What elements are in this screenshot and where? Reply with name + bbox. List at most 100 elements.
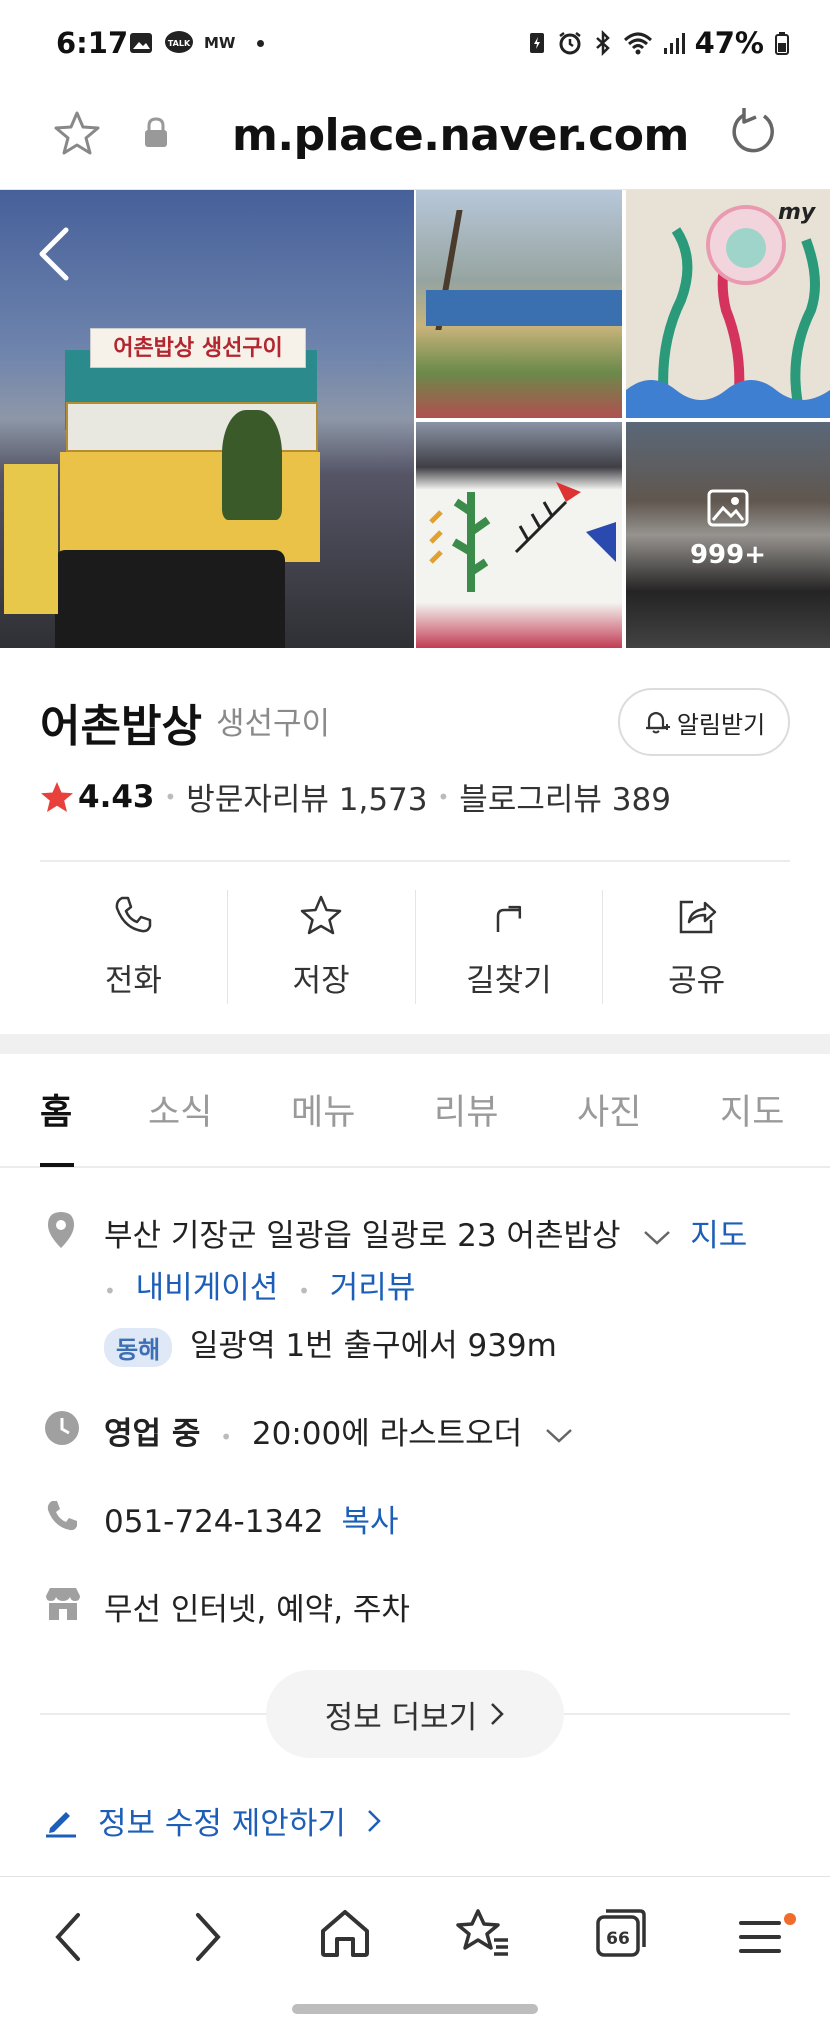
mw-notification-text: MW — [204, 34, 236, 52]
status-time: 6:17 — [56, 26, 129, 60]
status-bar: 6:17 TALK MW 47% — [0, 0, 830, 88]
chevron-down-icon[interactable] — [544, 1426, 574, 1446]
url-text[interactable]: m.place.naver.com — [232, 110, 689, 161]
notify-label: 알림받기 — [676, 710, 766, 739]
separator-dot: • — [104, 1279, 116, 1303]
status-right-icons: 47% — [527, 26, 790, 60]
lock-icon[interactable] — [142, 116, 170, 150]
chevron-down-icon[interactable] — [642, 1228, 672, 1248]
copy-link[interactable]: 복사 — [341, 1504, 398, 1540]
chevron-right-icon — [491, 1703, 505, 1725]
star-icon — [300, 895, 342, 935]
edit-suggest-link[interactable]: 정보 수정 제안하기 — [44, 1798, 382, 1843]
home-indicator — [292, 2004, 538, 2014]
visitor-review-link[interactable]: 방문자리뷰 1,573 — [186, 774, 427, 819]
left-banner — [4, 464, 58, 614]
blog-review-link[interactable]: 블로그리뷰 389 — [459, 774, 671, 819]
call-action[interactable]: 전화 — [40, 890, 228, 1004]
battery-saver-icon — [529, 33, 544, 53]
photo-tile-1[interactable] — [416, 190, 622, 418]
divider — [40, 860, 790, 862]
tab-menu[interactable]: 메뉴 — [291, 1084, 355, 1135]
photo-overlay — [626, 422, 830, 648]
palm-tree — [222, 410, 282, 520]
forward-nav-icon[interactable] — [190, 1909, 226, 1965]
tab-home[interactable]: 홈 — [40, 1084, 72, 1135]
photo-count: 999+ — [689, 540, 767, 570]
directions-icon — [496, 905, 521, 932]
call-label: 전화 — [104, 963, 162, 999]
subway-text: 일광역 1번 출구에서 939m — [190, 1328, 557, 1364]
mural-fish — [429, 482, 616, 592]
save-label: 저장 — [292, 963, 350, 999]
back-arrow-icon[interactable] — [36, 226, 72, 282]
hours-detail: 20:00에 라스트오더 — [251, 1416, 523, 1452]
separator-dot: • — [437, 784, 450, 809]
more-divider-right — [564, 1713, 790, 1715]
svg-text:66: 66 — [606, 1929, 630, 1949]
tab-review[interactable]: 리뷰 — [434, 1084, 498, 1135]
edit-suggest-label: 정보 수정 제안하기 — [98, 1806, 346, 1842]
photo-tile-3[interactable] — [416, 422, 622, 648]
phone-number[interactable]: 051-724-1342 — [104, 1504, 324, 1540]
subway-row: 동해 일광역 1번 출구에서 939m — [104, 1320, 557, 1367]
pot-row — [55, 550, 285, 648]
home-nav-icon[interactable] — [318, 1907, 372, 1959]
share-icon — [679, 900, 716, 934]
clock-icon — [45, 1411, 79, 1445]
store-icon — [46, 1588, 80, 1620]
my-badge: my — [778, 200, 816, 225]
place-category: 생선구이 — [216, 706, 331, 742]
more-divider-left — [40, 1713, 266, 1715]
rating-score: 4.43 — [78, 778, 155, 815]
main-photo[interactable]: 어촌밥상 생선구이 — [0, 190, 414, 648]
reload-icon[interactable] — [724, 106, 778, 160]
bell-plus-icon — [645, 711, 670, 734]
wall-shape — [426, 290, 622, 326]
wifi-icon — [623, 32, 652, 55]
more-info-button[interactable]: 정보 더보기 — [266, 1670, 564, 1758]
alarm-icon — [558, 32, 581, 55]
place-name: 어촌밥상 — [40, 701, 202, 752]
amenities-text: 무선 인터넷, 예약, 주차 — [104, 1592, 410, 1628]
address-text: 부산 기장군 일광읍 일광로 23 어촌밥상 — [104, 1218, 621, 1254]
directions-action[interactable]: 길찾기 — [416, 890, 604, 1004]
menu-notification-dot — [784, 1913, 796, 1925]
bookmark-star-icon[interactable] — [52, 108, 102, 158]
tab-map[interactable]: 지도 — [720, 1084, 784, 1135]
location-pin-icon — [48, 1212, 74, 1248]
rating-row: 4.43 • 방문자리뷰 1,573 • 블로그리뷰 389 — [40, 774, 671, 819]
separator-dot: • — [298, 1279, 310, 1303]
share-action[interactable]: 공유 — [603, 890, 790, 1004]
map-link[interactable]: 지도 — [690, 1218, 747, 1254]
photo-tile-4[interactable]: 999+ — [626, 422, 830, 648]
hours-row[interactable]: 영업 중 • 20:00에 라스트오더 — [104, 1408, 574, 1453]
tab-photo[interactable]: 사진 — [577, 1084, 641, 1135]
notify-button[interactable]: 알림받기 — [618, 688, 790, 756]
menu-nav-icon[interactable] — [738, 1915, 782, 1959]
back-nav-icon[interactable] — [50, 1909, 86, 1965]
tabs-nav-icon[interactable]: 66 — [594, 1905, 650, 1959]
share-label: 공유 — [668, 963, 726, 999]
phone-row: 051-724-1342 복사 — [104, 1496, 399, 1541]
subway-line-badge: 동해 — [104, 1328, 173, 1367]
phone-icon — [115, 896, 152, 933]
directions-label: 길찾기 — [466, 963, 552, 999]
action-row: 전화 저장 길찾기 공유 — [40, 890, 790, 1004]
image-stack-icon — [707, 489, 749, 527]
navigation-link[interactable]: 내비게이션 — [136, 1270, 279, 1306]
address-links-row: • 내비게이션 • 거리뷰 — [104, 1262, 415, 1307]
browser-url-bar: m.place.naver.com — [0, 88, 830, 190]
bookmarks-nav-icon[interactable] — [456, 1907, 512, 1959]
streetview-link[interactable]: 거리뷰 — [330, 1270, 416, 1306]
tab-news[interactable]: 소식 — [148, 1084, 212, 1135]
section-gap — [0, 1034, 830, 1054]
save-action[interactable]: 저장 — [228, 890, 416, 1004]
signal-icon — [663, 33, 685, 54]
chevron-right-icon — [367, 1809, 381, 1832]
hours-status: 영업 중 — [104, 1416, 201, 1452]
pencil-icon — [46, 1811, 76, 1837]
photo-tile-2[interactable]: my — [626, 190, 830, 418]
sign-board: 어촌밥상 생선구이 — [90, 328, 306, 368]
photo-gallery[interactable]: 어촌밥상 생선구이 my 999+ — [0, 190, 830, 648]
